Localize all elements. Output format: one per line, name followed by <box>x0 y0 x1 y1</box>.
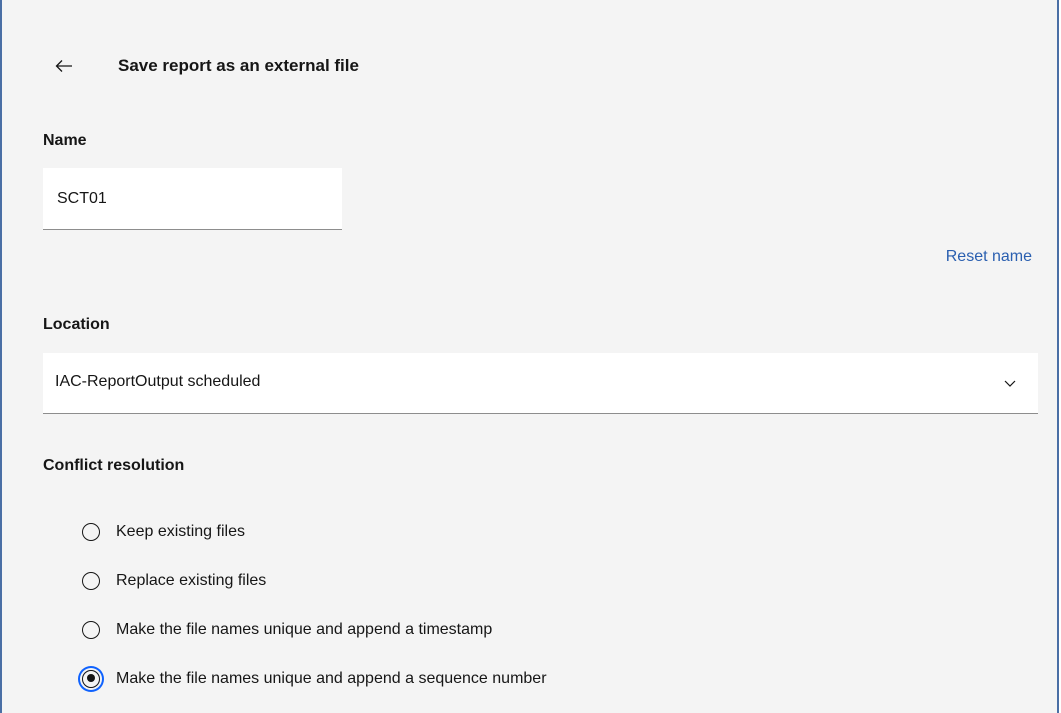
location-dropdown[interactable]: IAC-ReportOutput scheduled <box>43 353 1038 414</box>
radio-unique-sequence[interactable]: Make the file names unique and append a … <box>82 654 547 703</box>
name-label: Name <box>43 132 87 149</box>
radio-button[interactable] <box>82 571 100 590</box>
back-button[interactable] <box>52 54 76 78</box>
conflict-resolution-label: Conflict resolution <box>43 457 185 474</box>
panel-header: Save report as an external file <box>52 52 359 80</box>
conflict-resolution-radio-group: Keep existing files Replace existing fil… <box>82 507 547 703</box>
location-label: Location <box>43 316 110 333</box>
radio-button[interactable] <box>82 620 100 639</box>
arrow-left-icon <box>55 59 73 73</box>
radio-keep-existing[interactable]: Keep existing files <box>82 507 547 556</box>
chevron-down-icon <box>1002 375 1018 391</box>
radio-button-selected[interactable] <box>82 669 100 688</box>
reset-name-link[interactable]: Reset name <box>946 248 1032 266</box>
radio-unique-timestamp[interactable]: Make the file names unique and append a … <box>82 605 547 654</box>
radio-label: Make the file names unique and append a … <box>116 669 547 687</box>
radio-label: Keep existing files <box>116 522 245 540</box>
location-selected-value: IAC-ReportOutput scheduled <box>55 373 261 390</box>
radio-label: Replace existing files <box>116 571 267 589</box>
radio-button[interactable] <box>82 522 100 541</box>
radio-label: Make the file names unique and append a … <box>116 620 493 638</box>
page-title: Save report as an external file <box>118 56 359 75</box>
radio-replace-existing[interactable]: Replace existing files <box>82 556 547 605</box>
name-field[interactable] <box>43 168 342 230</box>
save-report-panel: Save report as an external file Name Res… <box>0 0 1059 713</box>
